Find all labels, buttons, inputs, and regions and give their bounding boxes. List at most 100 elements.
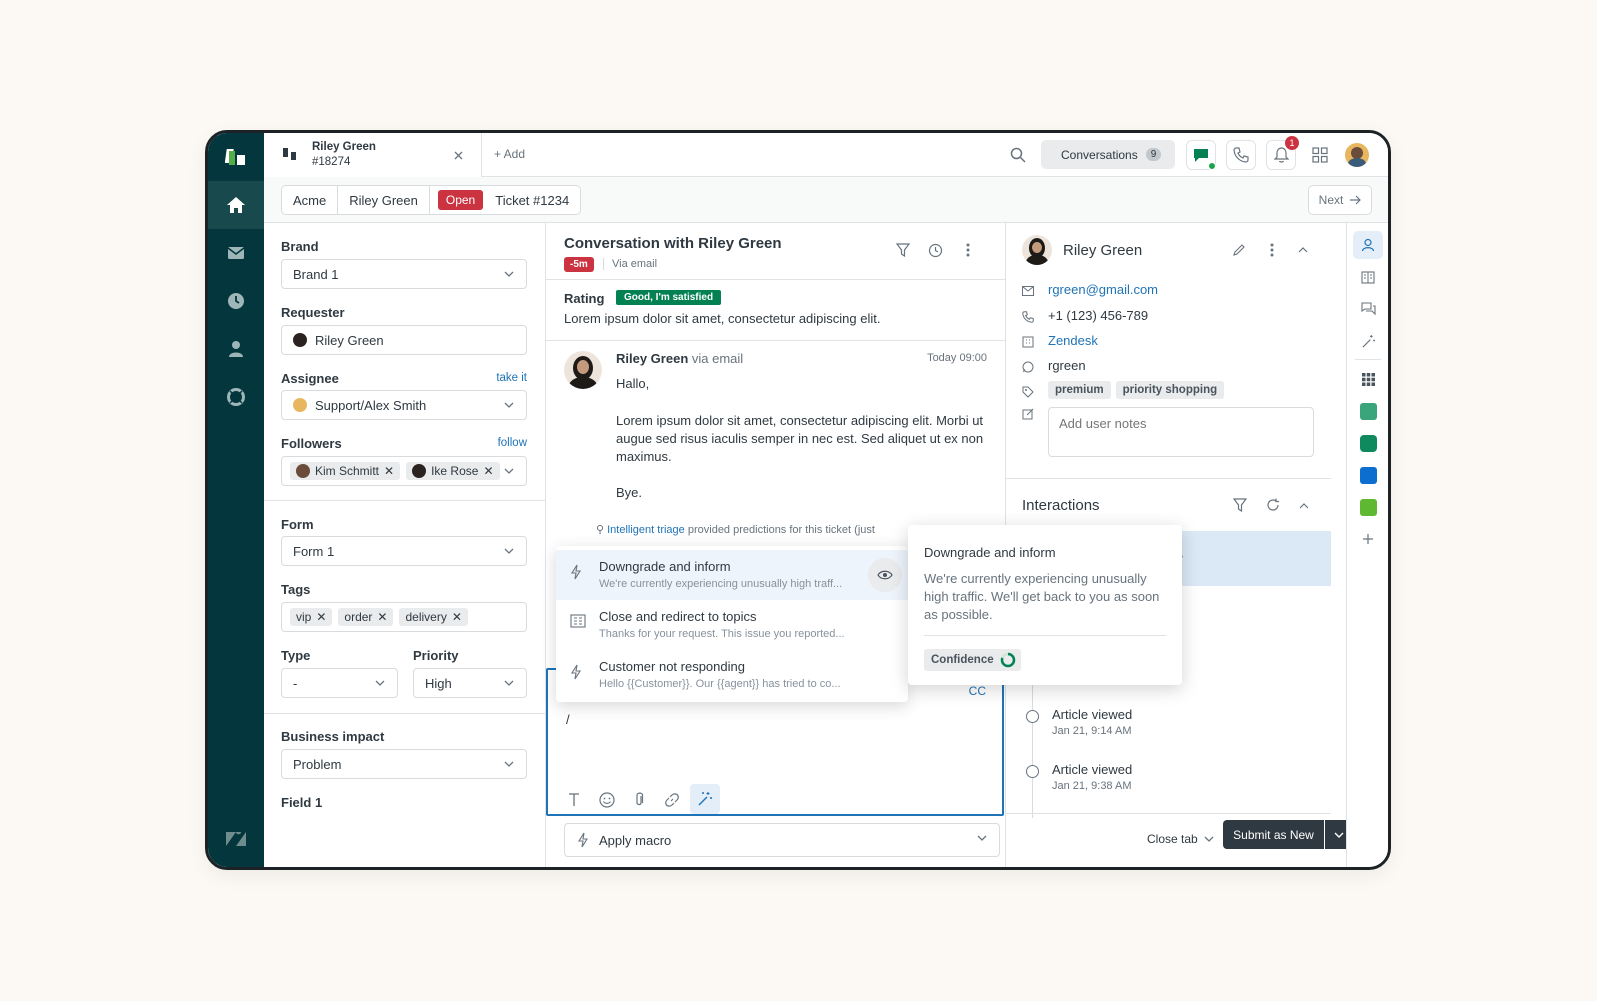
brand-select[interactable]: Brand 1 [281, 259, 527, 289]
close-tab-select[interactable]: Close tab [1147, 832, 1214, 846]
assignee-select[interactable]: Support/Alex Smith [281, 390, 527, 420]
customer-tag: premium [1048, 381, 1111, 399]
breadcrumb-organization[interactable]: Acme [282, 186, 337, 214]
attachment-icon[interactable] [634, 792, 644, 808]
notifications-button[interactable]: 1 [1266, 136, 1299, 170]
tag-pill: vip ✕ [290, 608, 333, 626]
business-impact-select[interactable]: Problem [281, 749, 527, 779]
brand-value: Brand 1 [293, 266, 339, 282]
filter-icon[interactable] [1233, 498, 1247, 512]
home-nav[interactable] [208, 181, 264, 229]
chevron-up-icon[interactable] [1299, 502, 1309, 509]
filter-icon[interactable] [896, 243, 910, 257]
field1-label: Field 1 [281, 795, 323, 810]
phone-button[interactable] [1226, 140, 1256, 170]
customer-context-tab[interactable] [1353, 231, 1383, 259]
remove-icon[interactable]: ✕ [452, 610, 462, 624]
followers-field[interactable]: Kim Schmitt ✕ Ike Rose ✕ [281, 456, 527, 486]
ai-assist-button[interactable] [690, 784, 720, 814]
next-ticket-button[interactable]: Next [1308, 185, 1372, 215]
add-app-button[interactable] [1353, 525, 1383, 553]
messaging-status-button[interactable] [1186, 140, 1216, 170]
tags-field[interactable]: vip ✕ order ✕ delivery ✕ [281, 602, 527, 632]
apps-tab[interactable] [1353, 365, 1383, 393]
composer-input[interactable]: / [566, 712, 570, 727]
chevron-down-icon [1204, 836, 1214, 842]
note-icon [1022, 408, 1034, 420]
follower-name: Kim Schmitt [315, 464, 380, 478]
link-icon[interactable] [664, 792, 680, 808]
add-tab-button[interactable]: + Add [494, 147, 525, 161]
app-list-tab[interactable] [1353, 397, 1383, 425]
more-options-icon[interactable] [1270, 243, 1274, 257]
ticket-icon [283, 148, 296, 160]
customer-phone: +1 (123) 456-789 [1048, 308, 1149, 323]
customer-organization[interactable]: Zendesk [1048, 333, 1098, 348]
views-nav[interactable] [208, 229, 264, 277]
confidence-badge: Confidence [924, 649, 1021, 671]
lightning-icon [571, 564, 581, 580]
type-select[interactable]: - [281, 668, 398, 698]
assignee-value: Support/Alex Smith [315, 397, 427, 413]
customer-email[interactable]: rgreen@gmail.com [1048, 282, 1158, 297]
submit-label: Submit as New [1233, 827, 1314, 842]
suggestion-snippet: Thanks for your request. This issue you … [599, 628, 845, 640]
help-nav[interactable] [208, 373, 264, 421]
phone-icon [1233, 147, 1249, 163]
phone-icon [1022, 311, 1034, 323]
section-divider [264, 713, 545, 714]
user-avatar[interactable] [1345, 143, 1369, 167]
more-options-icon[interactable] [966, 243, 970, 257]
remove-icon[interactable]: ✕ [384, 464, 394, 478]
history-icon[interactable] [928, 243, 943, 258]
conversations-button[interactable]: Conversations 9 [1041, 140, 1175, 169]
cc-button[interactable]: CC [969, 684, 986, 698]
product-tray-button[interactable] [1308, 143, 1332, 167]
suggestion-item[interactable]: Customer not responding Hello {{Customer… [556, 650, 906, 700]
app-leaf-tab[interactable] [1353, 429, 1383, 457]
chevron-up-icon[interactable] [1298, 246, 1308, 253]
customers-nav[interactable] [208, 325, 264, 373]
message-header: Riley Green via email [616, 351, 743, 366]
breadcrumb-ticket[interactable]: Ticket #1234 [483, 186, 580, 214]
remove-icon[interactable]: ✕ [377, 610, 387, 624]
submit-button[interactable]: Submit as New [1223, 820, 1324, 849]
remove-icon[interactable]: ✕ [316, 610, 326, 624]
conversations-tab[interactable] [1353, 295, 1383, 323]
rating-label: Rating [564, 291, 605, 306]
preview-button[interactable] [868, 558, 902, 592]
follower-name: Ike Rose [431, 464, 479, 478]
apply-macro-select[interactable]: Apply macro [564, 823, 1000, 857]
eye-icon [877, 570, 893, 580]
app-trello-tab[interactable] [1353, 461, 1383, 489]
suggestion-item[interactable]: Close and redirect to topics Thanks for … [556, 600, 906, 650]
refresh-icon[interactable] [1266, 498, 1280, 512]
requester-field[interactable]: Riley Green [281, 325, 527, 355]
next-label: Next [1318, 193, 1344, 207]
app-notes-tab[interactable] [1353, 493, 1383, 521]
knowledge-tab[interactable] [1353, 263, 1383, 291]
breadcrumb-requester[interactable]: Riley Green [338, 186, 429, 214]
emoji-icon[interactable] [599, 792, 615, 808]
clock-icon [228, 293, 244, 309]
user-notes-input[interactable] [1048, 407, 1314, 457]
ai-tab[interactable] [1353, 327, 1383, 355]
chevron-down-icon [504, 271, 514, 277]
form-select[interactable]: Form 1 [281, 536, 527, 566]
intelligent-triage-link[interactable]: Intelligent triage [607, 524, 685, 536]
suggestion-item[interactable]: Downgrade and inform We're currently exp… [556, 550, 908, 600]
magic-wand-icon [1361, 334, 1375, 348]
requester-value: Riley Green [315, 332, 384, 348]
remove-icon[interactable]: ✕ [483, 464, 493, 478]
close-tab-icon[interactable] [454, 151, 463, 160]
follow-link[interactable]: follow [498, 437, 527, 449]
breadcrumb: Acme Riley Green Open Ticket #1234 [281, 185, 582, 215]
zendesk-product-logo[interactable] [208, 815, 264, 863]
edit-icon[interactable] [1232, 243, 1246, 257]
search-button[interactable] [1006, 143, 1030, 167]
text-format-icon[interactable] [568, 793, 580, 807]
ticket-tab[interactable]: Riley Green #18274 [264, 133, 482, 177]
history-nav[interactable] [208, 277, 264, 325]
priority-select[interactable]: High [413, 668, 527, 698]
take-it-link[interactable]: take it [496, 372, 527, 384]
